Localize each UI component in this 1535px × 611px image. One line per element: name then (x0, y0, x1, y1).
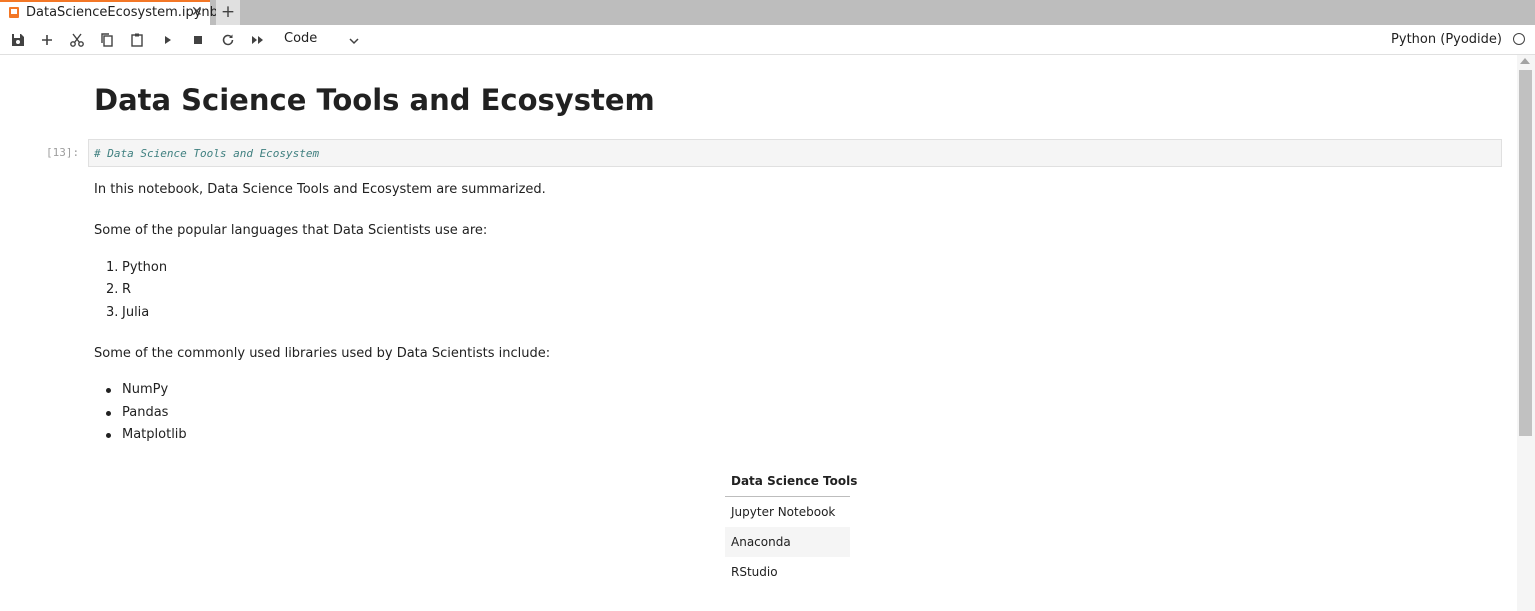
notebook-icon (9, 7, 19, 18)
run-all-icon[interactable] (249, 31, 267, 49)
languages-intro: Some of the popular languages that Data … (94, 223, 488, 238)
list-item: Pandas (122, 405, 169, 420)
libraries-intro: Some of the commonly used libraries used… (94, 346, 551, 361)
list-number: 1. (106, 260, 119, 275)
table-cell: Anaconda (731, 535, 791, 549)
restart-icon[interactable] (219, 31, 237, 49)
cut-icon[interactable] (68, 31, 86, 49)
tab-title: DataScienceEcosystem.ipynb (26, 5, 218, 20)
table-row: Jupyter Notebook (725, 497, 850, 527)
page-title: Data Science Tools and Ecosystem (94, 83, 655, 117)
list-item: Matplotlib (122, 427, 187, 442)
stop-icon[interactable] (189, 31, 207, 49)
code-comment: # Data Science Tools and Ecosystem (94, 147, 320, 160)
list-number: 3. (106, 305, 119, 320)
table-row: Anaconda (725, 527, 850, 557)
notebook-toolbar: Code Python (Pyodide) (0, 25, 1535, 55)
notebook-tab[interactable]: DataScienceEcosystem.ipynb ✕ (0, 0, 218, 25)
scrollbar-thumb[interactable] (1519, 70, 1532, 436)
table-cell: Jupyter Notebook (731, 505, 836, 519)
paste-icon[interactable] (128, 31, 146, 49)
code-cell[interactable]: # Data Science Tools and Ecosystem (88, 139, 1502, 167)
chevron-down-icon[interactable] (347, 33, 361, 47)
bullet-icon (106, 411, 111, 416)
kernel-name[interactable]: Python (Pyodide) (1391, 32, 1502, 47)
save-icon[interactable] (9, 31, 27, 49)
add-cell-icon[interactable] (38, 31, 56, 49)
bullet-icon (106, 433, 111, 438)
close-icon[interactable]: ✕ (191, 4, 203, 20)
new-tab-button[interactable]: + (216, 0, 240, 25)
list-item: R (122, 282, 132, 297)
list-item: Python (122, 260, 168, 275)
list-item: Julia (122, 305, 150, 320)
intro-text: In this notebook, Data Science Tools and… (94, 182, 546, 197)
list-item: NumPy (122, 382, 169, 397)
list-number: 2. (106, 282, 119, 297)
table-header-cell: Data Science Tools (731, 474, 858, 488)
scroll-up-icon[interactable] (1520, 58, 1530, 64)
table-cell: RStudio (731, 565, 778, 579)
kernel-status-icon (1513, 33, 1525, 45)
tab-bar: DataScienceEcosystem.ipynb ✕ + (0, 0, 1535, 25)
table-header: Data Science Tools (725, 466, 857, 497)
run-icon[interactable] (159, 31, 177, 49)
bullet-icon (106, 388, 111, 393)
cell-type-select[interactable]: Code (284, 31, 317, 46)
cell-prompt: [13]: (46, 146, 80, 159)
table-row: RStudio (725, 557, 850, 587)
copy-icon[interactable] (98, 31, 116, 49)
